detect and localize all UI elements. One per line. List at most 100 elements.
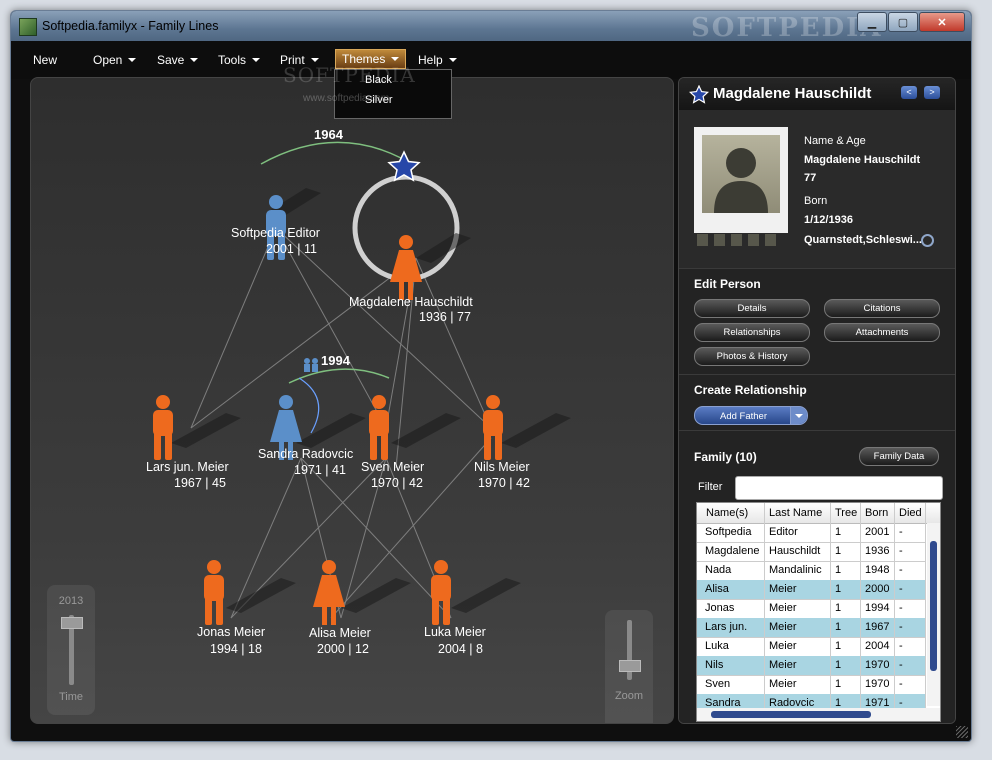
zoom-slider[interactable]: Zoom [605, 610, 653, 723]
cell-died: - [895, 656, 926, 675]
table-row[interactable]: Alisa Meier 1 2000- [697, 580, 926, 600]
previous-person-button[interactable]: < [901, 86, 917, 99]
person-name-jonas[interactable]: Jonas Meier [197, 625, 265, 639]
cell-name: Alisa [697, 580, 765, 599]
family-data-button[interactable]: Family Data [859, 447, 939, 466]
add-father-label: Add Father [720, 411, 767, 422]
menu-save[interactable]: Save [151, 51, 204, 69]
person-name-alisa[interactable]: Alisa Meier [309, 626, 371, 640]
column-header-died[interactable]: Died [895, 503, 926, 523]
horizontal-scrollbar[interactable] [697, 708, 940, 721]
cell-born: 1970 [861, 656, 895, 675]
table-row[interactable]: Lars jun. Meier 1 1967- [697, 618, 926, 638]
person-figure-luka-meier[interactable] [431, 560, 451, 625]
menu-themes[interactable]: Themes [335, 49, 407, 69]
family-tree-canvas[interactable]: 1964 1994 Softpedia Editor 2001 | 11 Mag… [30, 77, 674, 724]
cell-name: Nils [697, 656, 765, 675]
time-slider[interactable]: 2013 Time [47, 585, 95, 715]
marriage-year-1964: 1964 [314, 127, 343, 142]
citation-icon [765, 234, 776, 246]
table-row[interactable]: Softpedia Editor 1 2001- [697, 523, 926, 543]
cell-died: - [895, 542, 926, 561]
minimize-button[interactable]: ▁ [857, 12, 887, 32]
menu-print[interactable]: Print [274, 51, 325, 69]
magnifier-icon[interactable] [921, 234, 934, 247]
menu-tools[interactable]: Tools [212, 51, 266, 69]
person-info-lars: 1967 | 45 [174, 476, 226, 490]
vertical-scrollbar[interactable] [927, 523, 940, 706]
create-relationship-title: Create Relationship [694, 383, 807, 397]
cell-born: 1994 [861, 599, 895, 618]
person-info-magdalene: 1936 | 77 [419, 310, 471, 324]
person-figure-nils-meier[interactable] [483, 395, 503, 460]
table-row[interactable]: Luka Meier 1 2004- [697, 637, 926, 657]
menu-help[interactable]: Help [412, 51, 463, 69]
column-header-names[interactable]: Name(s) [697, 503, 765, 523]
vertical-scroll-thumb[interactable] [930, 541, 937, 671]
chevron-down-icon [448, 58, 457, 62]
table-row[interactable]: Sven Meier 1 1970- [697, 675, 926, 695]
next-person-button[interactable]: > [924, 86, 940, 99]
person-info-sandra: 1971 | 41 [294, 463, 346, 477]
cell-name: Sven [697, 675, 765, 694]
time-slider-thumb[interactable] [61, 617, 83, 629]
cell-last-name: Hauschildt [765, 542, 831, 561]
person-name-lars[interactable]: Lars jun. Meier [146, 460, 229, 474]
relationships-button[interactable]: Relationships [694, 323, 810, 342]
theme-option-black[interactable]: Black [335, 70, 451, 90]
cell-tree: 1 [831, 637, 861, 656]
chevron-down-icon [391, 57, 400, 61]
person-name-nils[interactable]: Nils Meier [474, 460, 530, 474]
person-name-softpedia-editor[interactable]: Softpedia Editor [231, 226, 320, 240]
cell-died: - [895, 675, 926, 694]
chevron-down-icon[interactable] [790, 407, 807, 424]
column-header-last-name[interactable]: Last Name [765, 503, 831, 523]
person-photo[interactable] [694, 127, 788, 233]
person-figure-lars-jun-meier[interactable] [153, 395, 173, 460]
filter-input[interactable] [735, 476, 943, 500]
cell-born: 2001 [861, 523, 895, 542]
person-figure-sven-meier[interactable] [369, 395, 389, 460]
zoom-slider-thumb[interactable] [619, 660, 641, 672]
person-name-luka[interactable]: Luka Meier [424, 625, 486, 639]
cell-tree: 1 [831, 523, 861, 542]
cell-name: Lars jun. [697, 618, 765, 637]
horizontal-scroll-thumb[interactable] [711, 711, 871, 718]
table-row[interactable]: Magdalene Hauschildt 1 1936- [697, 542, 926, 562]
person-info-luka: 2004 | 8 [438, 642, 483, 656]
person-name-sandra[interactable]: Sandra Radovcic [258, 447, 353, 461]
photos-history-button[interactable]: Photos & History [694, 347, 810, 366]
resize-grip[interactable] [956, 726, 968, 738]
maximize-button[interactable]: ▢ [888, 12, 918, 32]
cell-last-name: Meier [765, 675, 831, 694]
column-header-born[interactable]: Born [861, 503, 895, 523]
person-info-alisa: 2000 | 12 [317, 642, 369, 656]
table-row[interactable]: Nada Mandalinic 1 1948- [697, 561, 926, 581]
details-button[interactable]: Details [694, 299, 810, 318]
menu-open[interactable]: Open [87, 51, 142, 69]
cell-last-name: Editor [765, 523, 831, 542]
attachments-button[interactable]: Attachments [824, 323, 940, 342]
add-father-button[interactable]: Add Father [694, 406, 808, 425]
cell-name: Luka [697, 637, 765, 656]
person-figure-magdalene-hauschildt[interactable] [390, 235, 422, 300]
cell-died: - [895, 561, 926, 580]
app-window: Softpedia.familyx - Family Lines SOFTPED… [10, 10, 972, 742]
table-row[interactable]: Nils Meier 1 1970- [697, 656, 926, 676]
cell-born: 2004 [861, 637, 895, 656]
edit-person-title: Edit Person [694, 277, 761, 291]
person-name-magdalene[interactable]: Magdalene Hauschildt [349, 295, 473, 309]
menu-new[interactable]: New [27, 51, 63, 69]
column-header-tree[interactable]: Tree [831, 503, 861, 523]
cell-tree: 1 [831, 656, 861, 675]
table-row[interactable]: Jonas Meier 1 1994- [697, 599, 926, 619]
menu-new-label: New [33, 53, 58, 67]
menu-open-label: Open [93, 53, 123, 67]
citations-button[interactable]: Citations [824, 299, 940, 318]
person-figure-jonas-meier[interactable] [204, 560, 224, 625]
close-button[interactable]: ✕ [919, 12, 965, 32]
note-icon [748, 234, 759, 246]
time-slider-year: 2013 [58, 595, 84, 607]
person-name-sven[interactable]: Sven Meier [361, 460, 424, 474]
cell-tree: 1 [831, 561, 861, 580]
